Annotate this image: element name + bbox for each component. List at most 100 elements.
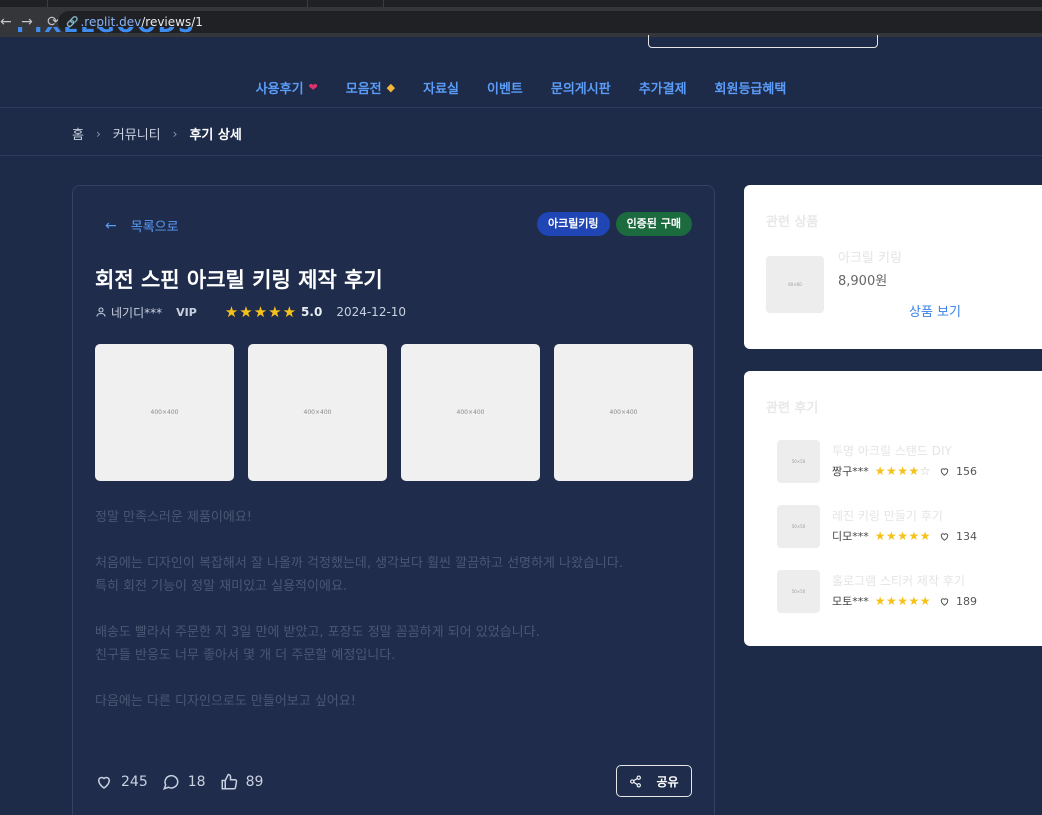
breadcrumb-community[interactable]: 커뮤니티 [113, 124, 161, 143]
breadcrumb-home[interactable]: 홈 [72, 124, 84, 143]
panel-title: 관련 상품 [766, 215, 819, 230]
back-to-list-label: 목록으로 [130, 220, 179, 235]
related-review-author: 디모*** [832, 530, 869, 543]
related-product-panel: 관련 상품 60×60 아크릴 키링 8,900원 상품 보기 [744, 185, 1042, 349]
heart-icon [97, 776, 111, 789]
view-product-link[interactable]: 상품 보기 [909, 301, 961, 320]
divider [0, 155, 1042, 156]
comment-icon [162, 774, 179, 790]
nav-membership[interactable]: 회원등급혜택 [715, 78, 787, 97]
review-author: 네기디*** [111, 305, 163, 320]
related-review-title: 홀로그램 스티커 제작 후기 [832, 574, 965, 588]
site-logo[interactable]: PIXELGOODS [16, 27, 196, 36]
chevron-right-icon: › [95, 126, 101, 141]
share-icon [630, 775, 642, 787]
breadcrumb: 홈 › 커뮤니티 › 후기 상세 [72, 124, 242, 144]
nav-label: 문의게시판 [550, 82, 611, 97]
helpful-button[interactable]: 89 [220, 773, 264, 791]
like-button[interactable]: 245 [95, 773, 148, 791]
product-thumbnail[interactable]: 60×60 [766, 256, 824, 313]
arrow-left-icon: ← [105, 217, 117, 234]
main-nav: 사용후기 ❤ 모음전 ◆ 자료실 이벤트 문의게시판 추가결제 회원등급혜택 [0, 78, 1042, 97]
related-review-thumbnail: 50×50 [777, 505, 820, 548]
related-review-author: 모토*** [832, 595, 869, 608]
address-bar[interactable]: 🔗 .replit.dev /reviews/1 [58, 11, 1042, 33]
review-title: 회전 스핀 아크릴 키링 제작 후기 [95, 268, 383, 292]
review-image[interactable]: 400×400 [401, 344, 540, 481]
related-review-title: 레진 키링 만들기 후기 [832, 509, 943, 523]
user-icon [96, 307, 106, 317]
nav-events[interactable]: 이벤트 [487, 78, 523, 97]
heart-icon [940, 532, 949, 541]
site-header: PIXELGOODS 사용후기 ❤ 모음전 ◆ 자료실 이벤트 문의게시판 추가결제… [0, 27, 1042, 108]
review-image[interactable]: 400×400 [248, 344, 387, 481]
nav-collection[interactable]: 모음전 ◆ [346, 78, 395, 97]
review-image[interactable]: 400×400 [554, 344, 693, 481]
panel-title: 관련 후기 [766, 401, 819, 416]
thumbs-up-icon [221, 773, 237, 790]
site-info-icon[interactable]: 🔗 [66, 17, 78, 28]
related-reviews-panel: 관련 후기 50×50 투명 아크릴 스탠드 DIY 짱구*** ★★★★☆ 1… [744, 371, 1042, 646]
nav-label: 이벤트 [487, 82, 523, 97]
related-review-thumbnail: 50×50 [777, 440, 820, 483]
related-review-meta: 디모*** ★★★★★ 134 [832, 528, 977, 544]
tag-icon: ◆ [386, 81, 396, 94]
nav-label: 자료실 [423, 82, 459, 97]
member-grade: VIP [176, 305, 197, 319]
nav-label: 모음전 [345, 82, 382, 97]
nav-label: 회원등급혜택 [714, 82, 787, 97]
rating-stars: ★★★★★ [224, 303, 298, 321]
related-review-title: 투명 아크릴 스탠드 DIY [832, 444, 952, 458]
breadcrumb-current: 후기 상세 [189, 128, 242, 143]
review-paragraph: 정말 만족스러운 제품이에요! [95, 510, 252, 525]
related-review-item[interactable]: 50×50 레진 키링 만들기 후기 디모*** ★★★★★ 134 [777, 505, 1027, 548]
share-label: 공유 [656, 774, 679, 789]
related-review-item[interactable]: 50×50 투명 아크릴 스탠드 DIY 짱구*** ★★★★☆ 156 [777, 440, 1027, 483]
rating-stars: ★★★★☆ [874, 464, 932, 478]
nav-label: 사용후기 [255, 82, 304, 97]
related-review-likes: 189 [956, 594, 978, 608]
rating-score: 5.0 [301, 305, 323, 319]
back-nav-icon[interactable]: ← [0, 14, 12, 30]
review-reactions: 245 18 89 [95, 773, 277, 791]
nav-inquiry[interactable]: 문의게시판 [551, 78, 611, 97]
related-review-likes: 134 [956, 529, 978, 543]
review-tags: 아크릴키링 인증된 구매 [536, 212, 692, 236]
review-image[interactable]: 400×400 [95, 344, 234, 481]
review-paragraph: 다음에는 다른 디자인으로도 만들어보고 싶어요! [95, 694, 356, 709]
nav-extra-payment[interactable]: 추가결제 [639, 78, 687, 97]
share-button[interactable]: 공유 [616, 765, 692, 797]
comment-count: 18 [187, 774, 206, 790]
product-name[interactable]: 아크릴 키링 [838, 247, 902, 266]
verified-purchase-badge: 인증된 구매 [615, 212, 692, 236]
nav-reviews[interactable]: 사용후기 ❤ [256, 78, 318, 97]
back-to-list-link[interactable]: ← 목록으로 [105, 216, 179, 236]
browser-tab-strip [0, 0, 1042, 7]
heart-icon [940, 467, 949, 476]
category-tag[interactable]: 아크릴키링 [536, 212, 610, 236]
like-count: 245 [121, 774, 148, 790]
review-date: 2024-12-10 [336, 305, 407, 319]
nav-resources[interactable]: 자료실 [423, 78, 459, 97]
review-body: 정말 만족스러운 제품이에요! 처음에는 디자인이 복잡해서 잘 나올까 걱정했… [95, 506, 623, 736]
review-card: ← 목록으로 아크릴키링 인증된 구매 회전 스핀 아크릴 키링 제작 후기 네… [72, 185, 715, 815]
nav-label: 추가결제 [638, 82, 687, 97]
rating-stars: ★★★★★ [874, 594, 932, 608]
rating-stars: ★★★★★ [874, 529, 932, 543]
related-review-author: 짱구*** [832, 465, 869, 478]
review-paragraph: 배송도 빨라서 주문한 지 3일 만에 받았고, 포장도 정말 꼼꼼하게 되어 … [95, 625, 540, 663]
review-image-gallery: 400×400 400×400 400×400 400×400 [95, 344, 693, 481]
related-review-likes: 156 [956, 464, 978, 478]
helpful-count: 89 [245, 774, 264, 790]
review-paragraph: 처음에는 디자인이 복잡해서 잘 나올까 걱정했는데, 생각보다 훨씬 깔끔하고… [95, 556, 623, 594]
heart-icon [940, 597, 949, 606]
related-review-meta: 모토*** ★★★★★ 189 [832, 593, 977, 609]
heart-icon: ❤ [308, 81, 318, 94]
chevron-right-icon: › [172, 126, 178, 141]
related-review-meta: 짱구*** ★★★★☆ 156 [832, 463, 977, 479]
review-meta: 네기디*** VIP ★★★★★ 5.0 2024-12-10 [95, 303, 406, 321]
product-price: 8,900원 [838, 274, 888, 289]
related-review-item[interactable]: 50×50 홀로그램 스티커 제작 후기 모토*** ★★★★★ 189 [777, 570, 1027, 613]
comment-button[interactable]: 18 [162, 773, 206, 791]
search-input[interactable] [648, 35, 878, 48]
